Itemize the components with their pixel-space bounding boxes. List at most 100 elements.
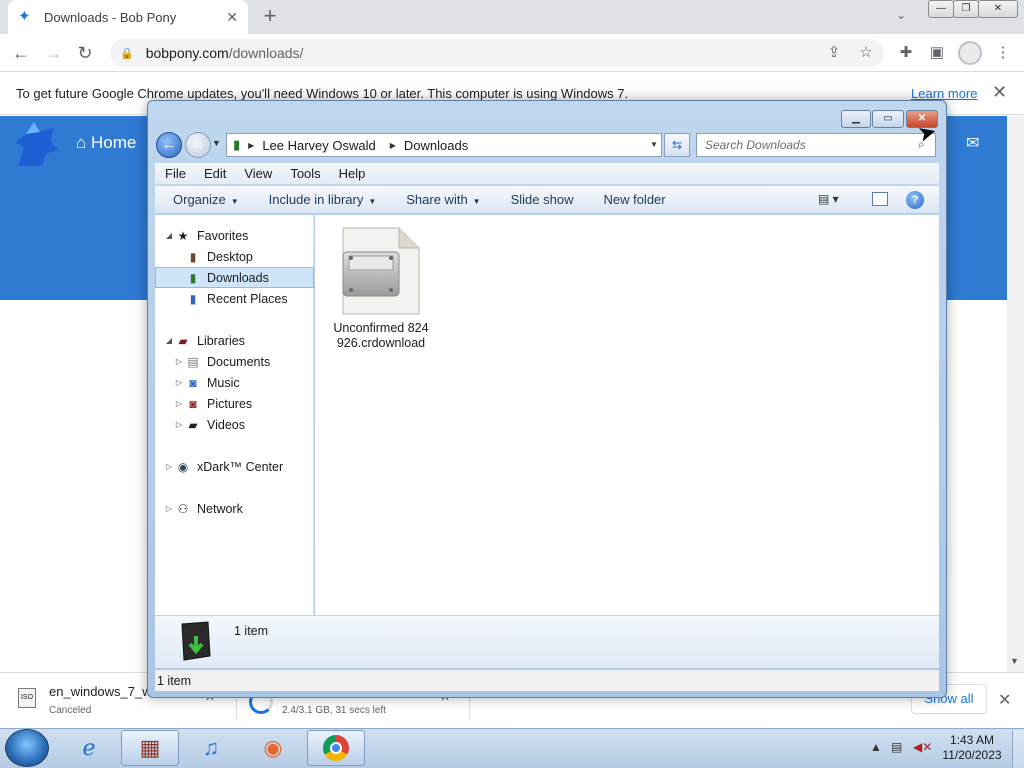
archive-app-icon[interactable]: ▦ [121, 730, 179, 766]
forward-icon[interactable]: → [42, 42, 64, 64]
chrome-icon[interactable] [307, 730, 365, 766]
help-icon[interactable]: ? [906, 191, 924, 209]
scroll-down-icon[interactable]: ▼ [1010, 656, 1019, 666]
nav-pictures[interactable]: ▷ ◙ Pictures [155, 393, 314, 414]
explorer-minimize-button[interactable]: ▁ [841, 110, 871, 128]
organize-button[interactable]: Organize ▼ [173, 192, 239, 207]
details-item-count: 1 item [234, 624, 269, 638]
profile-avatar[interactable] [958, 41, 982, 65]
nav-favorites[interactable]: ◢ ★ Favorites [155, 225, 314, 246]
tab-search-icon[interactable]: ⌄ [896, 8, 906, 22]
nav-favorites-label: Favorites [197, 228, 249, 243]
nav-recent-label: Recent Places [207, 291, 288, 306]
collapsed-arrow-icon[interactable]: ▷ [163, 462, 175, 471]
shelf-close-icon[interactable]: ✕ [998, 690, 1011, 710]
menu-help[interactable]: Help [339, 166, 366, 181]
new-folder-button[interactable]: New folder [603, 192, 665, 207]
explorer-maximize-button[interactable]: ▭ [872, 110, 904, 128]
url-host: bobpony.com [145, 45, 229, 61]
collapsed-arrow-icon[interactable]: ▷ [173, 357, 185, 366]
breadcrumb-downloads[interactable]: Downloads [404, 138, 468, 153]
file-name-label[interactable]: Unconfirmed 824926.crdownload [333, 321, 429, 351]
nav-videos-label: Videos [207, 417, 245, 432]
back-icon[interactable]: ← [10, 42, 32, 64]
minimize-button[interactable]: — [928, 0, 954, 18]
expanded-arrow-icon[interactable]: ◢ [163, 231, 175, 240]
nav-downloads-label: Downloads [207, 270, 269, 285]
firefox-icon[interactable]: ◉ [244, 730, 302, 766]
menu-kebab-icon[interactable]: ⋮ [992, 42, 1014, 64]
share-with-button[interactable]: Share with ▼ [406, 192, 480, 207]
browser-tab[interactable]: ✦ Downloads - Bob Pony ✕ [8, 0, 248, 34]
show-desktop-button[interactable] [1012, 730, 1024, 768]
nav-downloads[interactable]: ▮ Downloads [155, 267, 314, 288]
explorer-forward-button[interactable]: → [185, 132, 211, 158]
nav-music[interactable]: ▷ ◙ Music [155, 372, 314, 393]
nav-documents[interactable]: ▷ ▤ Documents [155, 351, 314, 372]
preview-pane-icon[interactable] [872, 192, 888, 206]
collapsed-arrow-icon[interactable]: ▷ [163, 504, 175, 513]
tab-close-icon[interactable]: ✕ [226, 9, 238, 26]
tray-expand-icon[interactable]: ▲ [870, 740, 882, 754]
infobar-close-icon[interactable]: ✕ [992, 82, 1007, 103]
nav-libraries[interactable]: ◢ ▰ Libraries [155, 330, 314, 351]
breadcrumb-user[interactable]: Lee Harvey Oswald [262, 138, 375, 153]
expanded-arrow-icon[interactable]: ◢ [163, 336, 175, 345]
close-window-button[interactable]: ✕ [978, 0, 1018, 18]
network-icon: ⚇ [177, 501, 189, 516]
address-dropdown-icon[interactable]: ▼ [650, 140, 658, 149]
internet-explorer-icon[interactable]: ℯ [60, 730, 118, 766]
slide-show-button[interactable]: Slide show [511, 192, 574, 207]
explorer-back-button[interactable]: ← [156, 132, 182, 158]
bobpony-logo-icon[interactable] [10, 120, 62, 170]
page-scrollbar[interactable] [1007, 116, 1024, 672]
nav-xdark-center[interactable]: ▷ ◉ xDark™ Center [155, 456, 314, 477]
extensions-icon[interactable]: ✚ [895, 42, 917, 64]
new-tab-button[interactable]: + [258, 4, 282, 28]
learn-more-link[interactable]: Learn more [911, 86, 977, 101]
history-dropdown-icon[interactable]: ▼ [212, 138, 221, 148]
url-path: /downloads/ [228, 45, 304, 61]
reload-icon[interactable]: ↻ [74, 42, 96, 64]
side-panel-icon[interactable]: ▣ [926, 42, 948, 64]
libraries-icon: ▰ [178, 333, 188, 348]
restore-button[interactable]: ❐ [953, 0, 979, 18]
crdownload-file-icon[interactable] [339, 226, 423, 316]
include-in-library-label: Include in library [268, 192, 364, 207]
navigation-pane: ◢ ★ Favorites ▮ Desktop ▮ Downloads ▮ Recent … [155, 215, 314, 615]
volume-muted-icon[interactable]: ◀✕ [913, 740, 932, 754]
nav-documents-label: Documents [207, 354, 271, 369]
taskbar-clock[interactable]: 1:43 AM 11/20/2023 [940, 733, 1004, 763]
nav-recent-places[interactable]: ▮ Recent Places [155, 288, 314, 309]
site-home-link[interactable]: ⌂ Home [76, 133, 136, 153]
collapsed-arrow-icon[interactable]: ▷ [173, 399, 185, 408]
refresh-icon[interactable]: ⇆ [664, 133, 690, 157]
menu-edit[interactable]: Edit [204, 166, 226, 181]
change-view-icon[interactable]: ▤ ▾ [818, 192, 839, 206]
network-tray-icon[interactable]: ▤ [891, 740, 902, 754]
nav-network[interactable]: ▷ ⚇ Network [155, 498, 314, 519]
site-home-label: Home [91, 133, 137, 152]
start-button-icon[interactable] [5, 729, 49, 767]
include-in-library-button[interactable]: Include in library ▼ [269, 192, 377, 207]
address-bar[interactable]: 🔒 bobpony.com/downloads/ [110, 39, 884, 67]
dropdown-arrow-icon: ▼ [368, 197, 377, 206]
menu-file[interactable]: File [165, 166, 186, 181]
dropdown-arrow-icon: ▼ [230, 197, 239, 206]
bookmark-star-icon[interactable]: ☆ [855, 42, 877, 64]
breadcrumb-arrow-icon[interactable]: ▶ [248, 141, 254, 150]
explorer-address-bar[interactable]: ▮ ▶ Lee Harvey Oswald ▶ Downloads [226, 133, 662, 157]
menu-view[interactable]: View [244, 166, 272, 181]
menu-tools[interactable]: Tools [290, 166, 320, 181]
mail-icon[interactable]: ✉ [966, 133, 979, 153]
share-icon[interactable]: ⇪ [823, 42, 845, 64]
nav-desktop[interactable]: ▮ Desktop [155, 246, 314, 267]
collapsed-arrow-icon[interactable]: ▷ [173, 420, 185, 429]
nav-videos[interactable]: ▷ ▰ Videos [155, 414, 314, 435]
breadcrumb-arrow-icon[interactable]: ▶ [390, 141, 396, 150]
desktop-icon: ▮ [189, 249, 197, 264]
download-item-name[interactable]: en_windows_7_w [49, 684, 152, 699]
collapsed-arrow-icon[interactable]: ▷ [173, 378, 185, 387]
music-app-icon[interactable]: ♫ [182, 730, 240, 766]
search-input[interactable]: Search Downloads [696, 133, 936, 157]
